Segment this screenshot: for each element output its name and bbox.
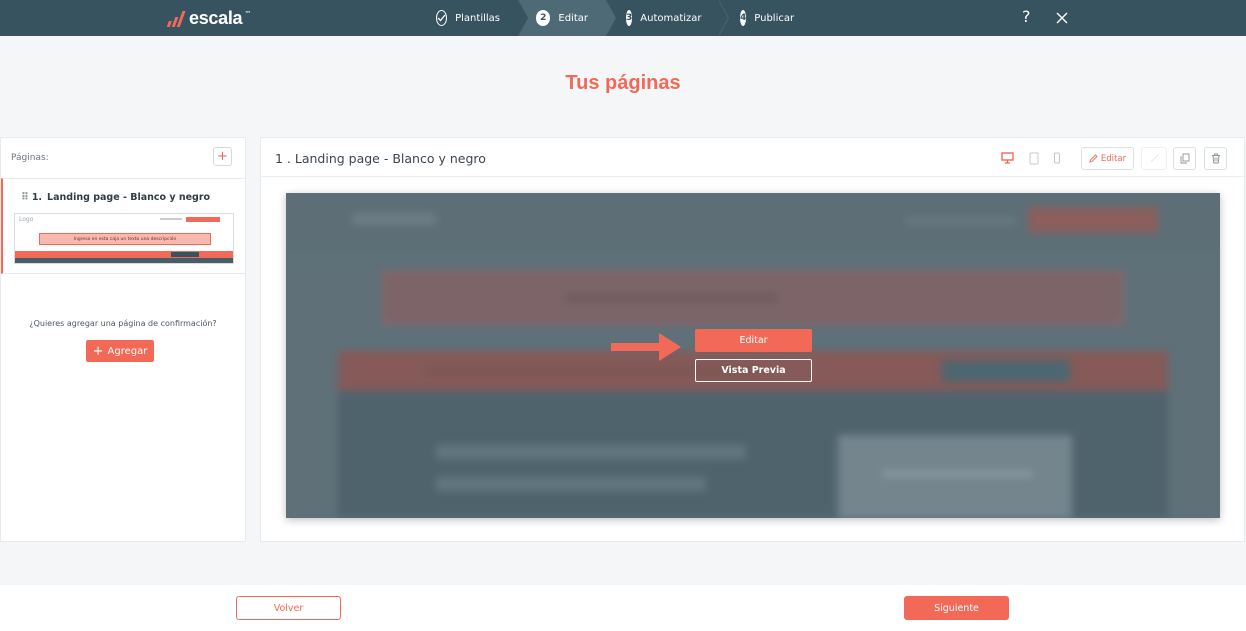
blurred-page-content: [286, 193, 1220, 518]
arrow-right-icon: [611, 333, 681, 361]
link-tool-button[interactable]: [1141, 147, 1167, 170]
next-button[interactable]: Siguiente: [904, 596, 1009, 620]
drag-handle-icon[interactable]: ⠿: [21, 192, 29, 203]
step-label: Plantillas: [455, 12, 500, 24]
editor-header: 1 . Landing page - Blanco y negro Editar: [261, 138, 1244, 177]
confirmation-question: ¿Quieres agregar una página de confirmac…: [29, 319, 217, 328]
step-label: Editar: [558, 12, 588, 24]
edit-page-button[interactable]: Editar: [695, 329, 812, 352]
page-preview[interactable]: Editar Vista Previa: [286, 193, 1220, 518]
thumb-logo: Logo: [19, 216, 34, 223]
step-number: 4: [740, 10, 747, 26]
page-list-item[interactable]: ⠿ 1. Landing page - Blanco y negro Logo …: [1, 178, 245, 274]
duplicate-button[interactable]: [1173, 147, 1196, 170]
thumb-header-button: [186, 217, 220, 222]
desktop-icon[interactable]: [1001, 152, 1014, 164]
tablet-icon[interactable]: [1029, 152, 1039, 165]
mobile-icon[interactable]: [1053, 152, 1061, 164]
edit-tool-label: Editar: [1100, 153, 1127, 164]
top-navigation-bar: escala ™ Plantillas 2 Editar 3 Automatiz…: [0, 0, 1246, 36]
page-editor-panel: 1 . Landing page - Blanco y negro Editar: [260, 137, 1245, 542]
thumb-band: [15, 251, 233, 258]
footer-bar: Volver Siguiente: [0, 585, 1246, 631]
thumb-links: [160, 218, 182, 220]
wizard-steps: Plantillas 2 Editar 3 Automatizar 4 Publ…: [422, 0, 808, 36]
copy-icon: [1180, 153, 1189, 164]
logo-text: escala: [189, 7, 243, 28]
logo-mark-icon: [166, 9, 187, 27]
plus-icon: +: [92, 343, 104, 359]
step-number: 3: [626, 10, 633, 26]
thumb-dark-section: [15, 258, 233, 263]
back-button[interactable]: Volver: [236, 596, 341, 620]
add-confirmation-button[interactable]: + Agregar: [86, 340, 154, 362]
add-page-button[interactable]: +: [213, 147, 232, 166]
thumb-band-button: [171, 252, 199, 257]
preview-page-button[interactable]: Vista Previa: [695, 359, 812, 382]
page-thumbnail[interactable]: Logo Ingresa en esta caja un texto una d…: [14, 213, 234, 264]
page-item-number: 1.: [31, 192, 43, 203]
step-editar[interactable]: 2 Editar: [518, 0, 616, 36]
help-button[interactable]: ?: [1022, 7, 1031, 26]
delete-button[interactable]: [1204, 147, 1227, 170]
pages-sidebar: Páginas: + ⠿ 1. Landing page - Blanco y …: [0, 137, 246, 542]
step-label: Publicar: [754, 12, 795, 24]
close-icon[interactable]: [1054, 10, 1070, 26]
escala-logo[interactable]: escala ™: [166, 6, 252, 30]
page-title: Tus páginas: [565, 72, 681, 94]
page-item-name: Landing page - Blanco y negro: [47, 192, 211, 203]
logo-trademark: ™: [244, 10, 252, 18]
step-plantillas[interactable]: Plantillas: [422, 0, 529, 36]
step-automatizar[interactable]: 3 Automatizar: [606, 0, 729, 36]
check-icon: [436, 10, 448, 26]
step-label: Automatizar: [640, 12, 702, 24]
pages-label: Páginas:: [11, 153, 49, 163]
pencil-icon: [1089, 154, 1098, 163]
edit-tool-button[interactable]: Editar: [1081, 147, 1134, 170]
step-publicar[interactable]: 4 Publicar: [718, 0, 808, 36]
link-icon: [1150, 154, 1158, 163]
trash-icon: [1211, 153, 1220, 164]
page-item-title: ⠿ 1. Landing page - Blanco y negro: [21, 192, 210, 203]
add-button-label: Agregar: [107, 345, 148, 357]
editor-page-title: 1 . Landing page - Blanco y negro: [275, 151, 486, 166]
thumb-description: Ingresa en esta caja un texto una descri…: [39, 233, 211, 245]
step-number: 2: [536, 10, 551, 26]
